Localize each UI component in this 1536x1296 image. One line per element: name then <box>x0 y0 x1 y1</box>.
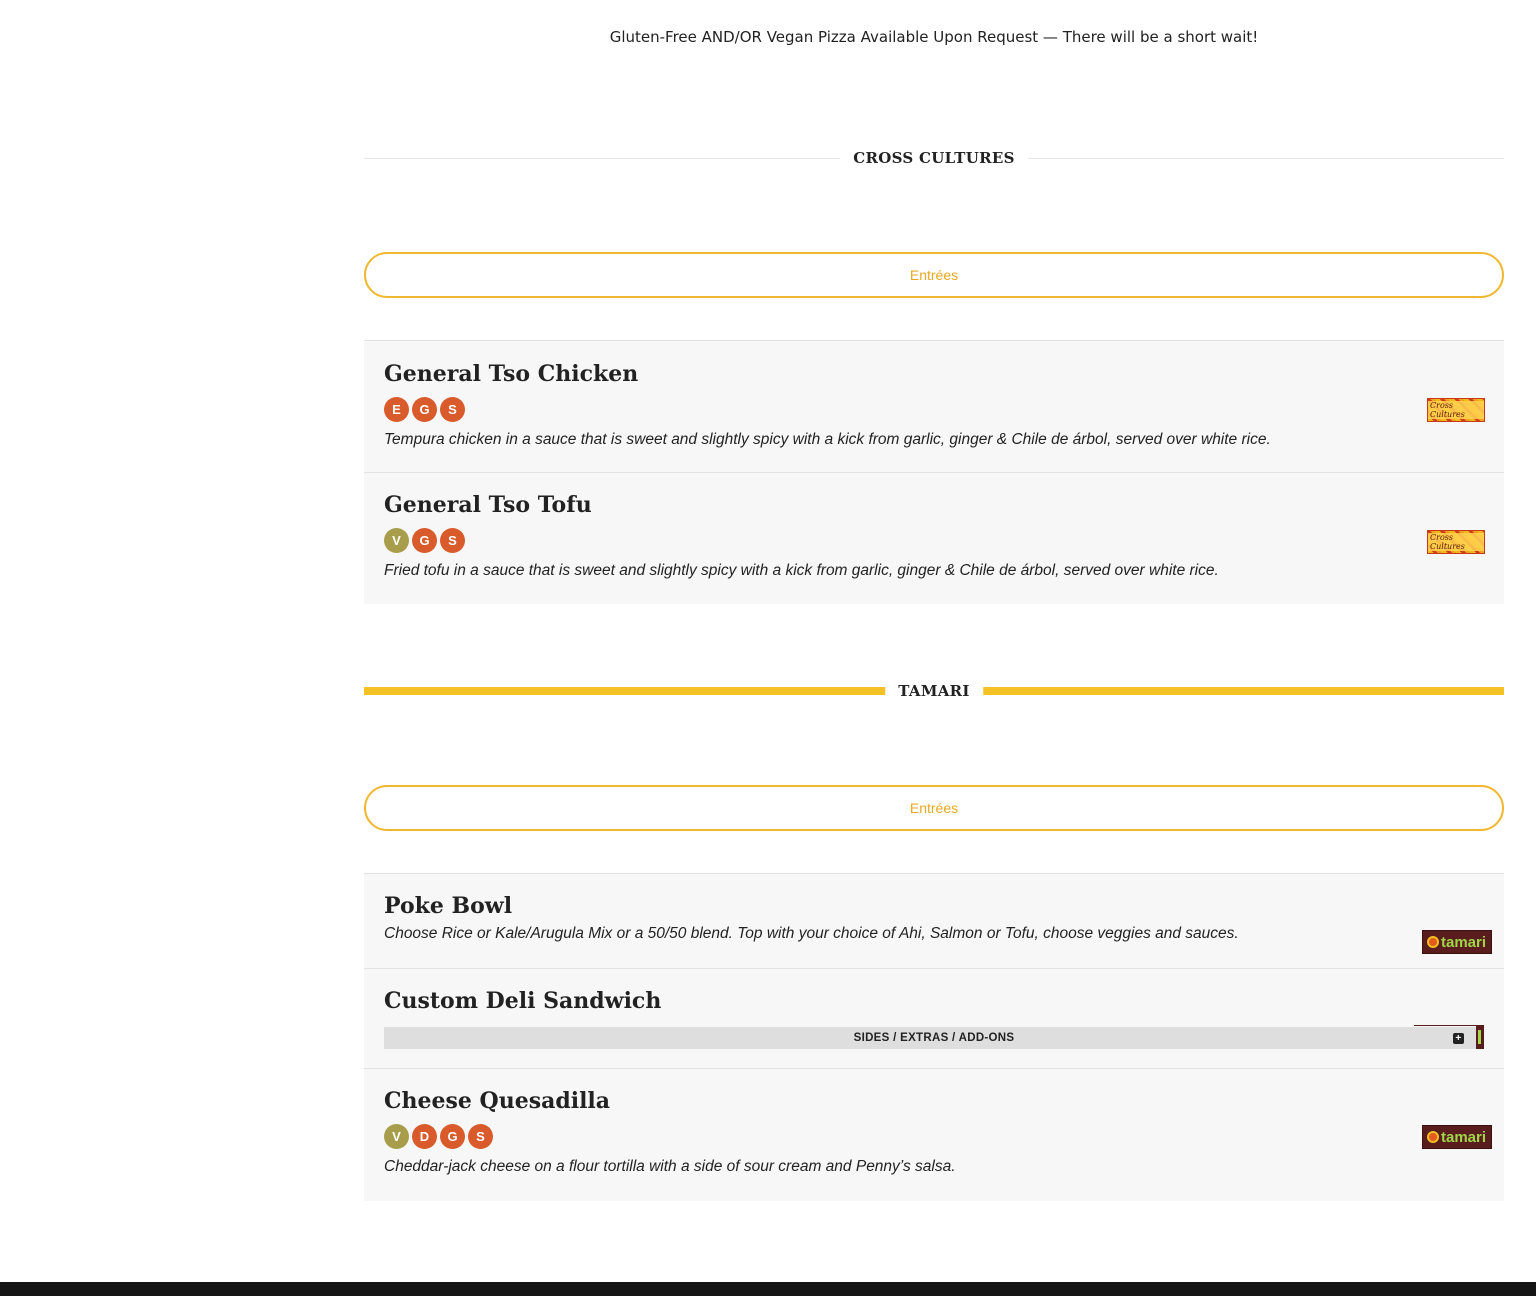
dietary-badge-v: V <box>384 528 409 553</box>
dietary-badge-g: G <box>412 528 437 553</box>
menu-item-poke-bowl[interactable]: Poke Bowl Choose Rice or Kale/Arugula Mi… <box>364 874 1504 969</box>
menu-item-cheese-quesadilla[interactable]: Cheese Quesadilla V D G S Cheddar-jack c… <box>364 1069 1504 1201</box>
dietary-badges: V G S <box>384 528 1484 553</box>
vendor-logo-tamari <box>1414 1025 1484 1049</box>
special-request-notice: Gluten-Free AND/OR Vegan Pizza Available… <box>609 28 1259 46</box>
item-name: General Tso Tofu <box>384 492 592 518</box>
item-description: Cheddar-jack cheese on a flour tortilla … <box>384 1158 956 1175</box>
vendor-logo-tamari: tamari <box>1422 1125 1492 1149</box>
menu-list-cross-cultures: General Tso Chicken E G S Tempura chicke… <box>364 340 1504 604</box>
dietary-badges: E G S <box>384 397 1484 422</box>
section-heading-tamari: TAMARI <box>364 679 1504 703</box>
addons-toggle[interactable]: SIDES / EXTRAS / ADD-ONS + <box>384 1025 1484 1049</box>
dietary-badge-e: E <box>384 397 409 422</box>
vendor-logo-tamari: tamari <box>1422 930 1492 954</box>
category-tab-entrees[interactable]: Entrées <box>364 252 1504 298</box>
menu-item-custom-deli-sandwich[interactable]: Custom Deli Sandwich SIDES / EXTRAS / AD… <box>364 969 1504 1069</box>
plus-square-icon[interactable]: + <box>1453 1033 1464 1044</box>
dietary-badge-s: S <box>440 528 465 553</box>
section-heading-cross-cultures: CROSS CULTURES <box>364 146 1504 170</box>
tamari-logo-icon <box>1427 936 1439 948</box>
tamari-logo-icon <box>1427 1131 1439 1143</box>
dietary-badge-s: S <box>468 1124 493 1149</box>
item-description: Fried tofu in a sauce that is sweet and … <box>384 562 1219 579</box>
category-tab-entrees[interactable]: Entrées <box>364 785 1504 831</box>
item-name: Poke Bowl <box>384 893 513 919</box>
footer <box>0 1282 1536 1296</box>
dietary-badge-s: S <box>440 397 465 422</box>
section-title: CROSS CULTURES <box>840 146 1028 170</box>
item-name: Custom Deli Sandwich <box>384 988 662 1014</box>
menu-item-general-tso-chicken[interactable]: General Tso Chicken E G S Tempura chicke… <box>364 341 1504 473</box>
vendor-logo-cross-cultures: Cross Cultures <box>1427 398 1485 422</box>
item-name: Cheese Quesadilla <box>384 1088 611 1114</box>
item-description: Choose Rice or Kale/Arugula Mix or a 50/… <box>384 925 1239 942</box>
item-name: General Tso Chicken <box>384 361 639 387</box>
menu-item-general-tso-tofu[interactable]: General Tso Tofu V G S Fried tofu in a s… <box>364 473 1504 604</box>
addons-label: SIDES / EXTRAS / ADD-ONS <box>853 1032 1015 1044</box>
menu-list-tamari: Poke Bowl Choose Rice or Kale/Arugula Mi… <box>364 873 1504 1201</box>
dietary-badges: V D G S <box>384 1124 1484 1149</box>
dietary-badge-v: V <box>384 1124 409 1149</box>
dietary-badge-g: G <box>440 1124 465 1149</box>
item-description: Tempura chicken in a sauce that is sweet… <box>384 431 1271 448</box>
dietary-badge-d: D <box>412 1124 437 1149</box>
dietary-badge-g: G <box>412 397 437 422</box>
section-title: TAMARI <box>885 679 983 703</box>
vendor-logo-cross-cultures: Cross Cultures <box>1427 530 1485 554</box>
